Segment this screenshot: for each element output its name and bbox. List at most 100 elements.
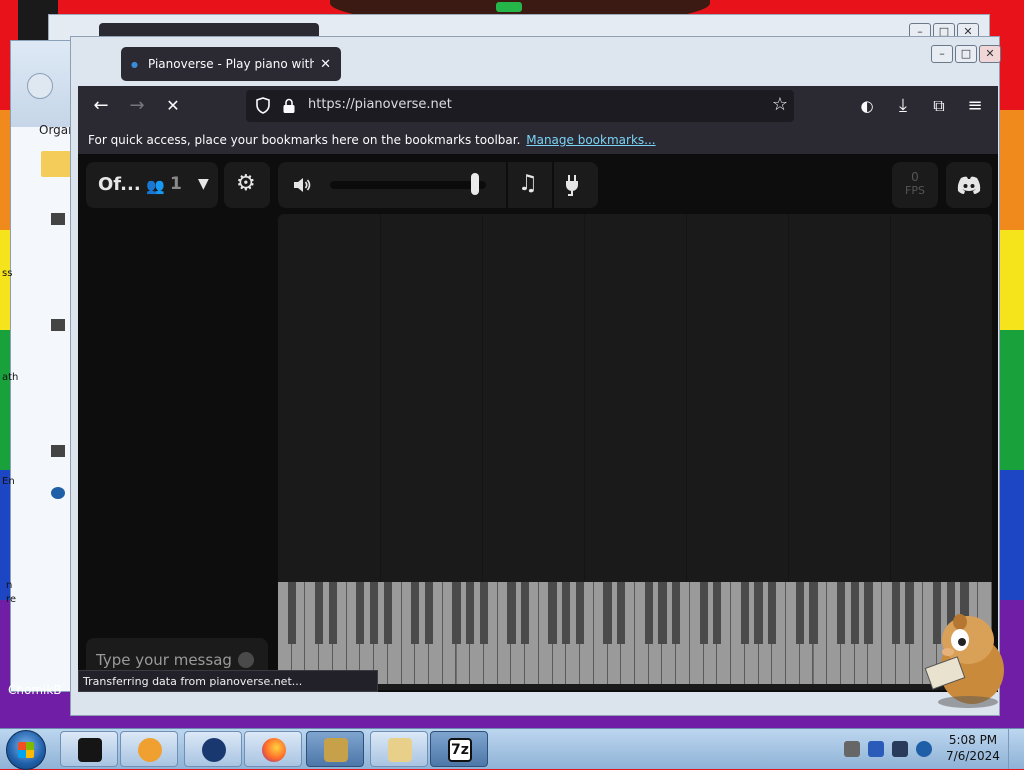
window-icon [78,738,102,762]
downloads-icon[interactable]: ⤓ [890,94,916,118]
black-key[interactable] [479,582,489,644]
tab-title: Pianoverse - Play piano with yo [147,57,315,71]
black-key[interactable] [644,582,653,644]
taskbar-sandboxie[interactable] [306,731,364,767]
desktop-icon-label[interactable]: ChomikB [8,683,62,697]
black-key[interactable] [905,582,914,644]
forward-button[interactable]: → [124,94,150,118]
tray-display-icon[interactable] [892,741,908,757]
audio-controls: ♫ [278,162,598,208]
explorer-back-button[interactable] [27,73,53,99]
firefox-icon [262,738,286,762]
black-key[interactable] [713,582,722,644]
black-key[interactable] [672,582,681,644]
windows-logo-icon [18,742,34,758]
extensions-icon[interactable]: ⧉ [926,94,952,118]
manage-bookmarks-link[interactable]: Manage bookmarks... [526,133,655,147]
caret-down-icon[interactable]: ▼ [198,176,209,192]
black-key[interactable] [740,582,749,644]
black-key[interactable] [658,582,667,644]
clock[interactable]: 5:08 PM 7/6/2024 [944,732,1002,764]
minimize-button[interactable]: – [931,45,953,63]
black-key[interactable] [452,582,461,644]
close-button[interactable]: ✕ [979,45,1001,63]
clock-date: 7/6/2024 [946,749,1000,763]
black-key[interactable] [424,582,434,644]
black-key[interactable] [699,582,708,644]
black-key[interactable] [507,582,516,644]
black-key[interactable] [768,582,777,644]
room-selector[interactable]: Of... 👥 1 ▼ [86,162,218,208]
volume-slider-track[interactable] [330,181,486,189]
bookmarks-toolbar: For quick access, place your bookmarks h… [78,126,998,154]
start-button[interactable] [6,730,46,770]
gear-icon: ⚙ [236,171,256,196]
stage-gridline [584,214,585,582]
black-key[interactable] [287,582,296,644]
music-note-icon[interactable]: ♫ [518,171,538,196]
taskbar-7zip[interactable]: 7z [430,731,488,767]
tab-close-icon[interactable]: ✕ [320,57,331,72]
taskbar: 7z 5:08 PM 7/6/2024 [0,728,1024,770]
stage-gridline [482,214,483,582]
black-key[interactable] [466,582,475,644]
taskbar-firefox[interactable] [244,731,302,767]
taskbar-file-explorer[interactable] [60,731,118,767]
black-key[interactable] [754,582,763,644]
settings-button[interactable]: ⚙ [224,162,270,208]
stop-button[interactable]: ✕ [160,94,186,118]
stage-gridline [686,214,687,582]
black-key[interactable] [383,582,392,644]
volume-slider-thumb[interactable] [470,173,479,195]
system-tray [842,731,942,767]
back-button[interactable]: ← [88,94,114,118]
edge-text: ath [2,372,19,383]
taskbar-folder-window[interactable] [370,731,428,767]
user-count: 1 [170,174,182,194]
fps-counter: 0 FPS [892,162,938,208]
black-key[interactable] [369,582,379,644]
tray-network-icon[interactable] [868,741,884,757]
tray-volume-icon[interactable] [916,741,932,757]
black-key[interactable] [603,582,612,644]
black-key[interactable] [356,582,365,644]
fps-value: 0 [911,170,919,184]
taskbar-globe-app[interactable] [184,731,242,767]
black-key[interactable] [575,582,585,644]
pocket-icon[interactable]: ◐ [854,94,880,118]
black-key[interactable] [864,582,873,644]
lock-icon[interactable] [282,98,296,114]
piano-keyboard[interactable] [278,582,992,684]
black-key[interactable] [328,582,338,644]
taskbar-media-player[interactable] [120,731,178,767]
black-key[interactable] [809,582,818,644]
black-key[interactable] [548,582,557,644]
tab-pianoverse[interactable]: ● Pianoverse - Play piano with yo ✕ [121,47,341,81]
black-key[interactable] [795,582,804,644]
url-text[interactable]: https://pianoverse.net [308,97,452,112]
discord-button[interactable] [946,162,992,208]
discord-icon [957,176,981,194]
bookmark-star-icon[interactable]: ☆ [772,94,788,115]
stage-gridline [788,214,789,582]
black-key[interactable] [562,582,571,644]
plug-icon[interactable] [564,173,580,197]
menu-icon[interactable]: ≡ [962,94,988,118]
black-key[interactable] [315,582,324,644]
black-key[interactable] [836,582,846,644]
tray-calendar-icon[interactable] [844,741,860,757]
network-icon [51,487,65,499]
send-icon[interactable] [238,652,254,668]
black-key[interactable] [411,582,420,644]
volume-icon[interactable] [292,175,312,195]
shield-icon[interactable] [256,97,270,114]
black-key[interactable] [891,582,900,644]
folder-icon [41,151,71,177]
black-key[interactable] [850,582,859,644]
black-key[interactable] [521,582,530,644]
url-bar[interactable]: https://pianoverse.net ☆ [246,90,794,122]
maximize-button[interactable]: □ [955,45,977,63]
tree-icon [51,319,65,331]
black-key[interactable] [617,582,626,644]
show-desktop-button[interactable] [1008,729,1024,769]
